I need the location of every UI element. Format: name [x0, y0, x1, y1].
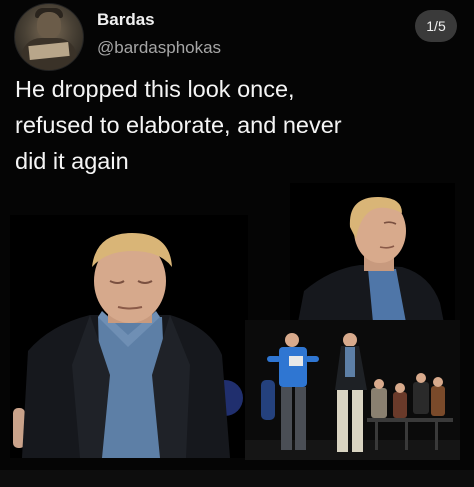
post-text-line-1: He dropped this look once, [15, 76, 295, 102]
post-text-line-3: did it again [15, 148, 129, 174]
bottom-strip [0, 470, 474, 487]
image-counter-badge: 1/5 [415, 10, 457, 42]
photo-stage-scene[interactable] [245, 320, 460, 460]
photo-man-head-bowed[interactable] [10, 215, 248, 458]
post-text-line-2: refused to elaborate, and never [15, 112, 342, 138]
post-avatar[interactable] [14, 3, 84, 71]
photo-man-looking-up-illustration [290, 183, 455, 333]
photo-man-head-bowed-illustration [10, 215, 248, 458]
post-text: He dropped this look once, refused to el… [15, 71, 465, 179]
user-handle[interactable]: @bardasphokas [97, 38, 221, 58]
photo-man-looking-up[interactable] [290, 183, 455, 333]
display-name[interactable]: Bardas [97, 10, 155, 30]
photo-stage-scene-illustration [245, 320, 460, 460]
